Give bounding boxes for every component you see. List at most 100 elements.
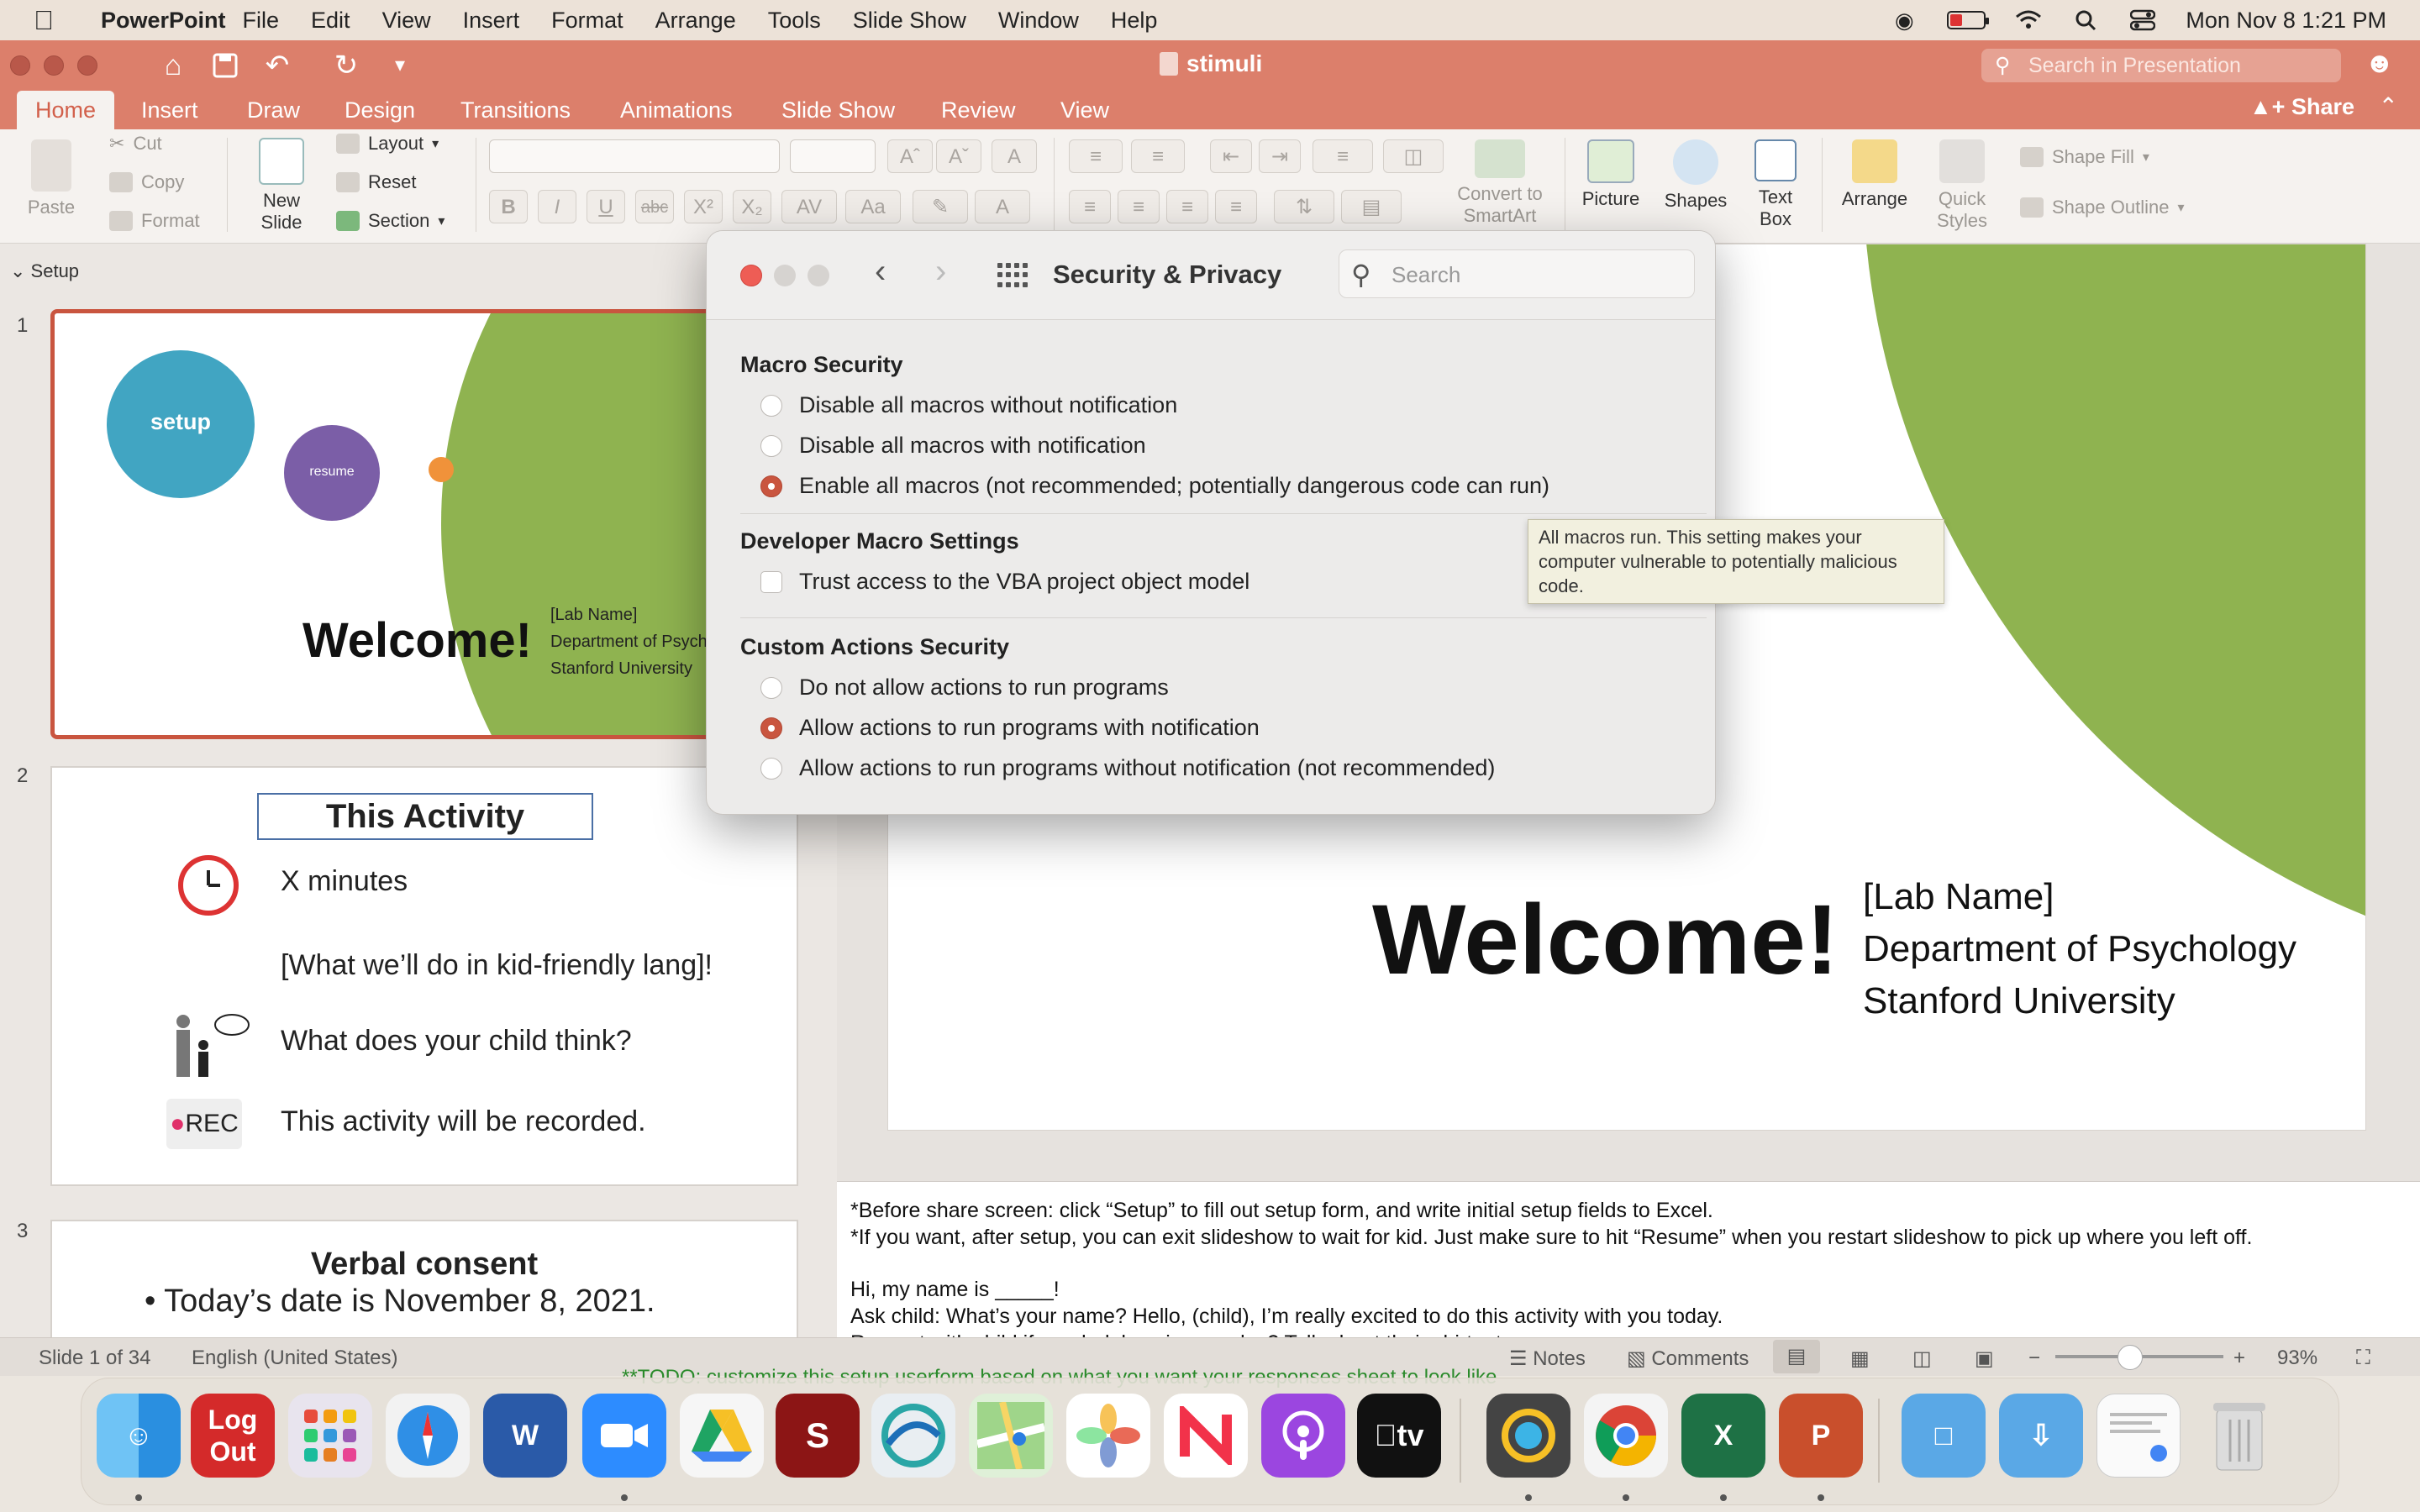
shapes-button[interactable]: Shapes <box>1660 139 1731 212</box>
maps-icon[interactable] <box>969 1394 1053 1478</box>
share-button[interactable]: ▲+ Share <box>2249 94 2354 120</box>
menu-format[interactable]: Format <box>551 8 623 34</box>
justify-button[interactable]: ≡ <box>1215 190 1257 223</box>
convert-smartart-button[interactable]: Convert to SmartArt <box>1445 139 1555 227</box>
tab-insert[interactable]: Insert <box>123 91 217 129</box>
custom-option-no-notify[interactable]: Allow actions to run programs without no… <box>760 755 1495 781</box>
account-icon[interactable]: ☻ <box>2365 47 2398 81</box>
reading-view-icon[interactable]: ◫ <box>1912 1347 1932 1371</box>
tab-slide-show[interactable]: Slide Show <box>763 91 913 129</box>
change-case-button[interactable]: Aa <box>845 190 901 223</box>
decrease-indent-button[interactable]: ⇤ <box>1210 139 1252 173</box>
news-icon[interactable] <box>1164 1394 1248 1478</box>
spotlight-search-icon[interactable] <box>2071 9 2100 31</box>
font-size-field[interactable] <box>790 139 876 173</box>
new-slide-button[interactable]: New Slide <box>244 138 319 234</box>
align-center-button[interactable]: ≡ <box>1118 190 1160 223</box>
zoom-slider-thumb[interactable] <box>2118 1345 2143 1370</box>
menu-arrange[interactable]: Arrange <box>655 8 736 34</box>
finder-icon[interactable]: ☺ <box>97 1394 181 1478</box>
slide-thumbnail-2[interactable]: This Activity X minutes [What we’ll do i… <box>50 766 798 1186</box>
digital-color-meter-icon[interactable] <box>1486 1394 1570 1478</box>
radio-button-selected[interactable] <box>760 475 782 497</box>
photos-icon[interactable] <box>1066 1394 1150 1478</box>
binoculars-icon[interactable]: ◉ <box>1890 8 1918 33</box>
speaker-notes[interactable]: *Before share screen: click “Setup” to f… <box>837 1181 2420 1337</box>
slide-thumbnail-1[interactable]: setup resume Welcome! [Lab Name] Departm… <box>50 309 798 739</box>
undo-icon[interactable]: ↶ <box>260 49 294 82</box>
zoom-in-button[interactable]: + <box>2233 1347 2245 1370</box>
reset-button[interactable]: Reset <box>336 171 416 193</box>
bullets-button[interactable]: ≡ <box>1069 139 1123 173</box>
clear-formatting-button[interactable]: A <box>992 139 1037 173</box>
paste-button[interactable]: Paste <box>22 139 81 218</box>
menu-insert[interactable]: Insert <box>463 8 520 34</box>
apple-menu-icon[interactable]:  <box>34 5 76 36</box>
bold-button[interactable]: B <box>489 190 528 223</box>
text-direction-button[interactable]: ⇅ <box>1274 190 1334 223</box>
collapse-ribbon-icon[interactable]: ⌃ <box>2379 92 2398 120</box>
increase-indent-button[interactable]: ⇥ <box>1259 139 1301 173</box>
tab-design[interactable]: Design <box>326 91 434 129</box>
home-icon[interactable]: ⌂ <box>156 49 190 82</box>
columns-button[interactable]: ◫ <box>1383 139 1444 173</box>
trust-vba-checkbox[interactable] <box>760 570 782 593</box>
trash-icon[interactable] <box>2197 1394 2281 1478</box>
wifi-icon[interactable] <box>2014 9 2043 31</box>
font-color-button[interactable]: A <box>975 190 1030 223</box>
vpn-app-icon[interactable] <box>871 1394 955 1478</box>
logout-app-icon[interactable]: Log Out <box>191 1394 275 1478</box>
comments-toggle-button[interactable]: ▧ Comments <box>1627 1347 1749 1371</box>
zoom-app-icon[interactable] <box>582 1394 666 1478</box>
arrange-button[interactable]: Arrange <box>1837 139 1912 210</box>
character-spacing-button[interactable]: AV <box>781 190 837 223</box>
radio-button[interactable] <box>760 394 782 417</box>
slide-sorter-icon[interactable]: ▦ <box>1850 1347 1870 1371</box>
search-presentation-input[interactable]: ⚲ Search in Presentation <box>1981 49 2341 82</box>
zoom-level[interactable]: 93% <box>2277 1347 2317 1370</box>
menubar-clock[interactable]: Mon Nov 8 1:21 PM <box>2186 8 2386 34</box>
italic-button[interactable]: I <box>538 190 576 223</box>
macro-option-disable-no-notify[interactable]: Disable all macros without notification <box>760 392 1177 418</box>
podcasts-icon[interactable] <box>1261 1394 1345 1478</box>
menu-file[interactable]: File <box>243 8 280 34</box>
tab-transitions[interactable]: Transitions <box>442 91 589 129</box>
picture-button[interactable]: Picture <box>1576 139 1645 210</box>
shape-outline-button[interactable]: Shape Outline ▾ <box>2020 197 2184 218</box>
underline-button[interactable]: U <box>587 190 625 223</box>
safari-icon[interactable] <box>386 1394 470 1478</box>
fit-to-window-icon[interactable]: ⛶ <box>2356 1347 2370 1370</box>
slide-thumbnail-3[interactable]: Verbal consent • Today’s date is Novembe… <box>50 1220 798 1337</box>
menu-view[interactable]: View <box>382 8 431 34</box>
tab-home[interactable]: Home <box>17 91 115 129</box>
close-window-button[interactable] <box>10 55 30 76</box>
numbering-button[interactable]: ≡ <box>1131 139 1185 173</box>
tab-draw[interactable]: Draw <box>229 91 318 129</box>
menu-tools[interactable]: Tools <box>768 8 821 34</box>
shape-fill-button[interactable]: Shape Fill ▾ <box>2020 146 2149 168</box>
trust-vba-option[interactable]: Trust access to the VBA project object m… <box>760 569 1249 595</box>
back-chevron-icon[interactable]: ‹ <box>875 253 886 291</box>
macro-option-disable-notify[interactable]: Disable all macros with notification <box>760 433 1146 459</box>
menu-app-name[interactable]: PowerPoint <box>101 8 226 34</box>
strikethrough-button[interactable]: abc <box>635 190 674 223</box>
recent-document-icon[interactable] <box>2096 1394 2181 1478</box>
custom-option-notify[interactable]: Allow actions to run programs with notif… <box>760 715 1260 741</box>
word-icon[interactable]: W <box>483 1394 567 1478</box>
notes-toggle-button[interactable]: ☰ Notes <box>1509 1347 1586 1371</box>
zoom-window-button[interactable] <box>77 55 97 76</box>
superscript-button[interactable]: X² <box>684 190 723 223</box>
radio-button[interactable] <box>760 676 782 699</box>
save-icon[interactable] <box>208 49 242 82</box>
dialog-search-input[interactable]: ⚲ Search <box>1339 249 1695 298</box>
chrome-icon[interactable] <box>1584 1394 1668 1478</box>
menu-help[interactable]: Help <box>1111 8 1158 34</box>
copy-button[interactable]: Copy <box>109 171 184 193</box>
menu-slide-show[interactable]: Slide Show <box>853 8 966 34</box>
tab-view[interactable]: View <box>1042 91 1128 129</box>
subscript-button[interactable]: X₂ <box>733 190 771 223</box>
excel-icon[interactable]: X <box>1681 1394 1765 1478</box>
university-text[interactable]: Stanford University <box>1863 980 2175 1022</box>
quick-styles-button[interactable]: Quick Styles <box>1924 139 2000 232</box>
minimize-window-button[interactable] <box>44 55 64 76</box>
